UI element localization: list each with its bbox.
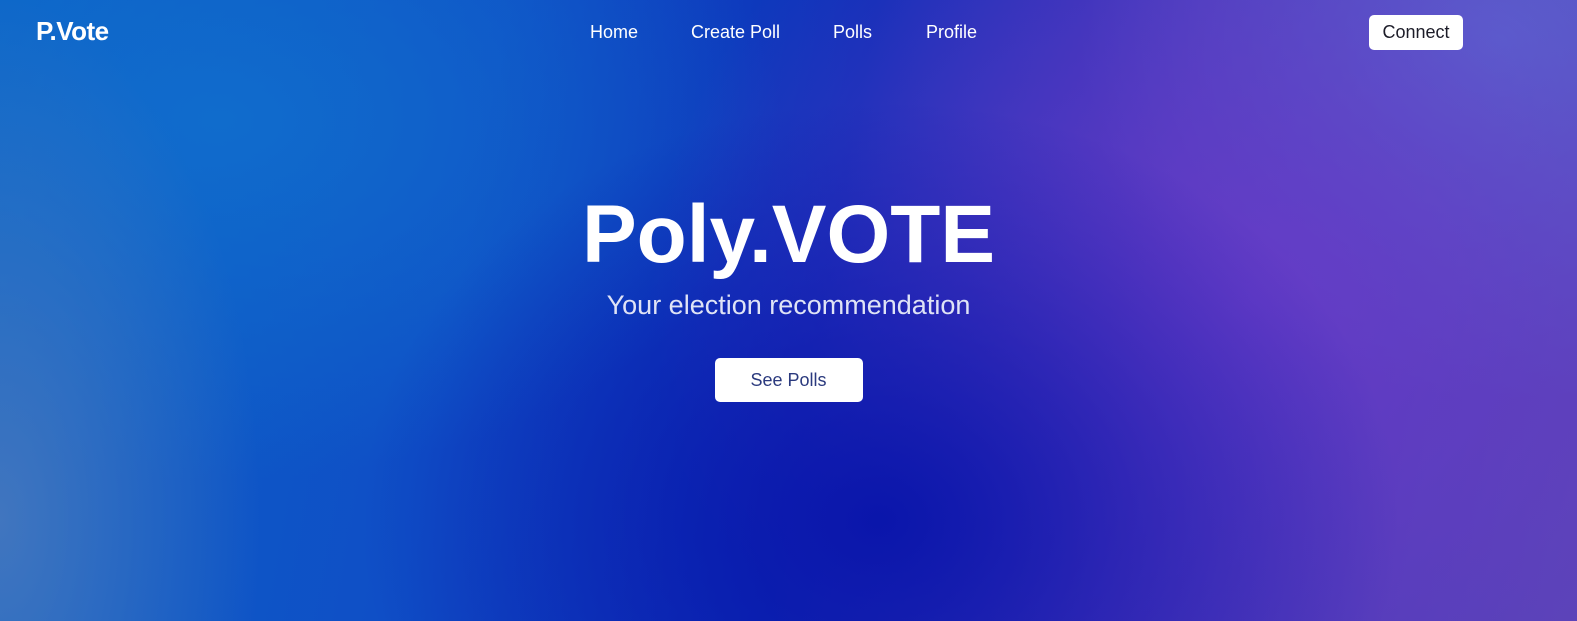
nav-link-polls[interactable]: Polls: [833, 22, 872, 43]
hero-title: Poly.VOTE: [581, 189, 996, 280]
see-polls-button[interactable]: See Polls: [714, 358, 863, 402]
nav-link-create-poll[interactable]: Create Poll: [691, 22, 780, 43]
connect-button[interactable]: Connect: [1369, 15, 1463, 50]
hero-section: Poly.VOTE Your election recommendation S…: [0, 188, 1577, 402]
nav-link-profile[interactable]: Profile: [926, 22, 977, 43]
nav-links: Home Create Poll Polls Profile: [0, 22, 1577, 46]
hero-subtitle: Your election recommendation: [606, 290, 971, 320]
nav-link-home[interactable]: Home: [590, 22, 638, 43]
top-navbar: P.Vote Home Create Poll Polls Profile Co…: [0, 0, 1577, 66]
